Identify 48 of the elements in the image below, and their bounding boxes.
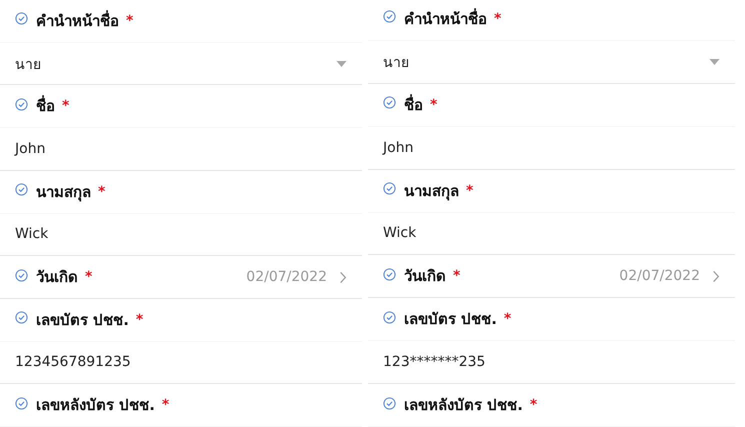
field-label: คำนำหน้าชื่อ bbox=[36, 9, 119, 32]
required-mark: * bbox=[85, 269, 92, 286]
check-circle-icon bbox=[15, 396, 28, 410]
field-label: นามสกุล bbox=[404, 180, 459, 202]
input-field[interactable]: 123*******235 bbox=[368, 341, 735, 384]
input-field[interactable]: 1234567891235 bbox=[0, 342, 362, 384]
check-circle-icon bbox=[15, 12, 28, 26]
check-circle-icon bbox=[383, 96, 396, 110]
select-field[interactable]: นาย bbox=[368, 40, 735, 84]
field-label: ชื่อ bbox=[404, 93, 423, 116]
field-label: เลขหลังบัตร ปชช. bbox=[404, 395, 523, 416]
check-circle-icon bbox=[383, 268, 396, 281]
required-mark: * bbox=[494, 10, 502, 27]
field-label: เลขบัตร ปชช. bbox=[36, 310, 129, 331]
required-mark: * bbox=[504, 311, 512, 328]
chevron-right-icon[interactable] bbox=[339, 270, 347, 284]
field-label: เลขหลังบัตร ปชช. bbox=[36, 395, 155, 416]
field-label: นามสกุล bbox=[36, 182, 91, 204]
field-label: วันเกิด bbox=[404, 266, 446, 288]
input-field[interactable]: Wick bbox=[0, 214, 362, 256]
required-mark: * bbox=[530, 397, 538, 414]
required-mark: * bbox=[126, 12, 134, 29]
required-mark: * bbox=[62, 98, 70, 114]
required-mark: * bbox=[466, 182, 474, 199]
check-circle-icon bbox=[383, 396, 396, 410]
dropdown-caret-icon[interactable] bbox=[336, 60, 347, 67]
required-mark: * bbox=[453, 268, 460, 284]
required-mark: * bbox=[162, 397, 170, 414]
required-mark: * bbox=[98, 184, 106, 200]
required-mark: * bbox=[136, 312, 144, 328]
input-field[interactable]: John bbox=[368, 126, 735, 170]
input-field[interactable]: Wick bbox=[368, 212, 735, 256]
field-label: เลขบัตร ปชช. bbox=[404, 309, 497, 330]
required-mark: * bbox=[430, 96, 438, 113]
field-label: คำนำหน้าชื่อ bbox=[404, 7, 487, 30]
check-circle-icon bbox=[383, 10, 396, 24]
check-circle-icon bbox=[383, 310, 396, 324]
check-circle-icon bbox=[15, 98, 28, 111]
dropdown-caret-icon[interactable] bbox=[709, 58, 720, 65]
check-circle-icon bbox=[383, 182, 396, 196]
select-field[interactable]: นาย bbox=[0, 42, 362, 86]
check-circle-icon bbox=[15, 183, 28, 196]
check-circle-icon bbox=[15, 268, 28, 282]
check-circle-icon bbox=[15, 311, 28, 324]
input-field[interactable]: John bbox=[0, 128, 362, 171]
chevron-right-icon[interactable] bbox=[712, 270, 720, 283]
field-label: วันเกิด bbox=[36, 267, 78, 288]
field-label: ชื่อ bbox=[36, 94, 55, 118]
